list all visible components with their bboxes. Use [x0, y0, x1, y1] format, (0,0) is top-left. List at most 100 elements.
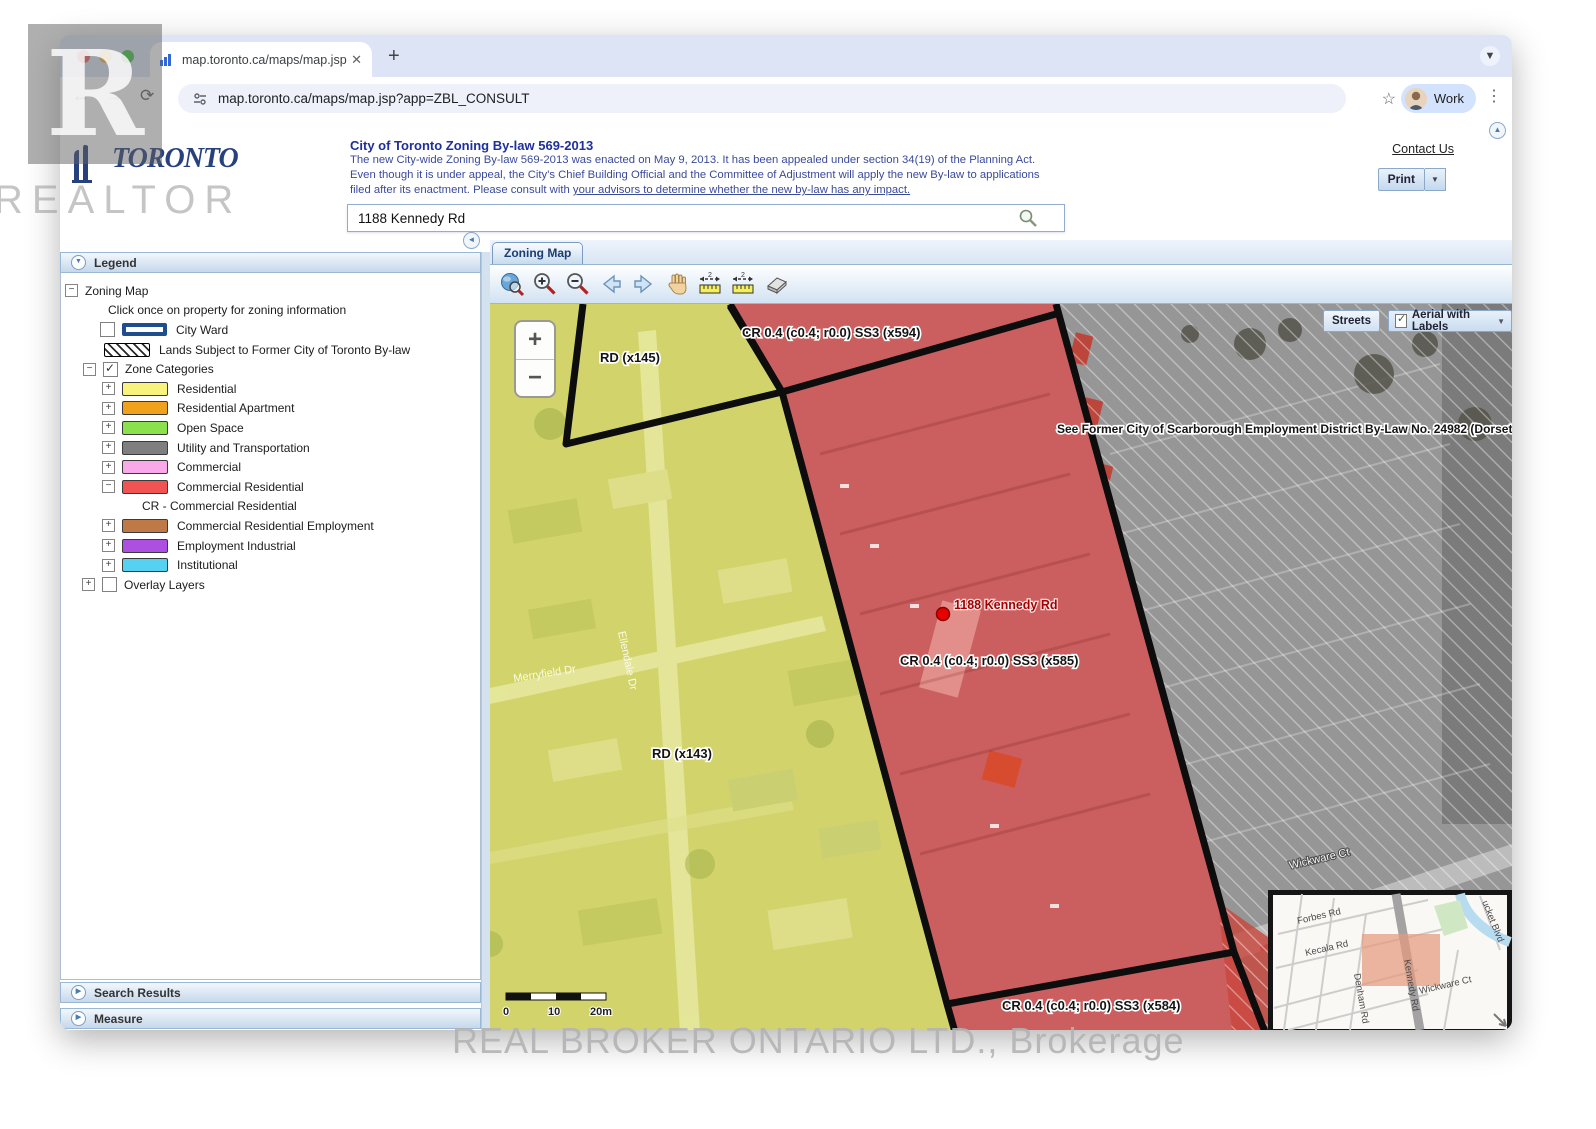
- reload-icon[interactable]: ⟳: [140, 86, 154, 106]
- profile-chip[interactable]: Work: [1401, 84, 1476, 113]
- tree-expand-cre[interactable]: [102, 519, 115, 532]
- search-results-panel-header[interactable]: ▶ Search Results: [60, 982, 481, 1003]
- zone-categories-checkbox[interactable]: [103, 362, 118, 377]
- header-collapse-icon[interactable]: ▲: [1489, 122, 1506, 139]
- map-zoom-in-button[interactable]: +: [516, 322, 554, 360]
- legend-collapse-icon[interactable]: ▼: [71, 255, 86, 270]
- site-settings-icon[interactable]: [192, 91, 208, 107]
- browser-tab-strip: map.toronto.ca/maps/map.jsp ✕ + ▼: [60, 35, 1512, 77]
- pan-icon[interactable]: [663, 270, 691, 298]
- tree-collapse-zoning-map[interactable]: [65, 284, 78, 297]
- city-ward-swatch: [122, 323, 167, 336]
- back-icon[interactable]: ←: [72, 86, 89, 106]
- tab-search-chevron-icon[interactable]: ▼: [1480, 46, 1500, 66]
- browser-tab[interactable]: map.toronto.ca/maps/map.jsp ✕: [150, 42, 372, 77]
- address-search-box: [347, 204, 1065, 232]
- measure-area-icon[interactable]: 2: [729, 270, 757, 298]
- measure-title: Measure: [94, 1012, 143, 1026]
- tree-expand-institutional[interactable]: [102, 559, 115, 572]
- legend-header[interactable]: ▼ Legend: [60, 252, 481, 273]
- aerial-dropdown-icon[interactable]: ▼: [1497, 317, 1505, 326]
- eraser-icon[interactable]: [762, 270, 790, 298]
- zoom-in-icon[interactable]: [531, 270, 559, 298]
- address-marker-dot: [937, 608, 950, 621]
- measure-expand-icon[interactable]: ▶: [71, 1011, 86, 1026]
- zoom-full-extent-icon[interactable]: [498, 270, 526, 298]
- open-space-swatch: [122, 421, 168, 435]
- tree-expand-open-space[interactable]: [102, 421, 115, 434]
- aerial-checkbox[interactable]: [1395, 314, 1407, 328]
- streets-basemap-button[interactable]: Streets: [1323, 310, 1380, 332]
- aerial-basemap-toggle[interactable]: Aerial with Labels ▼: [1388, 310, 1512, 332]
- svg-text:2: 2: [708, 272, 712, 279]
- window-minimize-button[interactable]: [99, 50, 112, 63]
- former-toronto-bylaw-swatch: [104, 343, 150, 357]
- window-close-button[interactable]: [77, 50, 90, 63]
- tree-label-residential: Residential: [177, 382, 236, 396]
- contact-us-link[interactable]: Contact Us: [1392, 142, 1454, 156]
- map-viewport[interactable]: Merryfield Dr Ellendale Dr Wickware Ct R…: [490, 304, 1512, 1030]
- zoom-out-icon[interactable]: [564, 270, 592, 298]
- tree-label-overlay-layers: Overlay Layers: [124, 578, 205, 592]
- tab-title: map.toronto.ca/maps/map.jsp: [182, 53, 349, 67]
- measure-panel-header[interactable]: ▶ Measure: [60, 1008, 481, 1029]
- tab-zoning-map[interactable]: Zoning Map: [492, 242, 583, 264]
- tree-expand-residential[interactable]: [102, 382, 115, 395]
- measure-distance-icon[interactable]: 2: [696, 270, 724, 298]
- zone-label-scarborough-note: See Former City of Scarborough Employmen…: [1057, 422, 1512, 436]
- tree-collapse-zone-categories[interactable]: [83, 363, 96, 376]
- tree-label-employment-industrial: Employment Industrial: [177, 539, 296, 553]
- zone-label-rd145: RD (x145): [600, 350, 660, 365]
- tree-expand-employment-industrial[interactable]: [102, 539, 115, 552]
- bookmark-star-icon[interactable]: ☆: [1382, 89, 1396, 109]
- institutional-swatch: [122, 558, 168, 572]
- address-bar[interactable]: map.toronto.ca/maps/map.jsp?app=ZBL_CONS…: [178, 84, 1346, 113]
- map-zoom-out-button[interactable]: −: [516, 360, 554, 397]
- utility-swatch: [122, 441, 168, 455]
- search-icon[interactable]: [1018, 208, 1038, 228]
- toronto-logo: TORONTO: [66, 140, 238, 186]
- cre-swatch: [122, 519, 168, 533]
- browser-menu-icon[interactable]: ⋮: [1486, 86, 1502, 106]
- tree-expand-residential-apartment[interactable]: [102, 402, 115, 415]
- legend-title: Legend: [94, 256, 137, 270]
- city-ward-checkbox[interactable]: [100, 322, 115, 337]
- tree-collapse-commercial-residential[interactable]: [102, 480, 115, 493]
- browser-toolbar: ← → ⟳ map.toronto.ca/maps/map.jsp?app=ZB…: [60, 77, 1512, 121]
- svg-text:2: 2: [741, 272, 745, 279]
- forward-icon[interactable]: →: [106, 86, 123, 106]
- zone-label-cr585: CR 0.4 (c0.4; r0.0) SS3 (x585): [900, 653, 1078, 668]
- page-title: City of Toronto Zoning By-law 569-2013: [350, 138, 593, 153]
- previous-extent-icon[interactable]: [597, 270, 625, 298]
- tree-expand-utility[interactable]: [102, 441, 115, 454]
- address-search-input[interactable]: [348, 211, 1018, 226]
- residential-swatch: [122, 382, 168, 396]
- print-button[interactable]: Print: [1378, 168, 1425, 191]
- commercial-residential-swatch: [122, 480, 168, 494]
- browser-window: map.toronto.ca/maps/map.jsp ✕ + ▼ ← → ⟳ …: [60, 35, 1512, 1030]
- basemap-control: Streets Aerial with Labels ▼: [1323, 310, 1512, 332]
- zoning-map-canvas[interactable]: Merryfield Dr Ellendale Dr Wickware Ct R…: [490, 304, 1512, 1030]
- tree-expand-commercial[interactable]: [102, 461, 115, 474]
- tree-expand-overlay-layers[interactable]: [82, 578, 95, 591]
- tree-label-institutional: Institutional: [177, 558, 238, 572]
- next-extent-icon[interactable]: [630, 270, 658, 298]
- print-dropdown-arrow[interactable]: ▼: [1425, 168, 1446, 191]
- overview-inset-map[interactable]: Forbes Rd Kecala Rd Denham Rd Kennedy Rd…: [1271, 893, 1511, 1031]
- residential-apartment-swatch: [122, 401, 168, 415]
- overlay-layers-checkbox[interactable]: [102, 577, 117, 592]
- url-text: map.toronto.ca/maps/map.jsp?app=ZBL_CONS…: [218, 91, 530, 106]
- sidebar-collapse-icon[interactable]: ◄: [463, 232, 480, 249]
- window-zoom-button[interactable]: [121, 50, 134, 63]
- tree-label-cre: Commercial Residential Employment: [177, 519, 374, 533]
- employment-industrial-swatch: [122, 539, 168, 553]
- tab-close-icon[interactable]: ✕: [349, 52, 364, 68]
- legend-panel: ▼ Legend Zoning Map Click once on proper…: [60, 252, 481, 1030]
- svg-text:20m: 20m: [590, 1006, 612, 1018]
- search-results-expand-icon[interactable]: ▶: [71, 985, 86, 1000]
- toronto-logo-text: TORONTO: [112, 143, 238, 174]
- profile-label: Work: [1434, 91, 1464, 106]
- tree-label-cr-sub: CR - Commercial Residential: [142, 499, 297, 513]
- zone-label-rd143: RD (x143): [652, 746, 712, 761]
- new-tab-button[interactable]: +: [388, 45, 400, 68]
